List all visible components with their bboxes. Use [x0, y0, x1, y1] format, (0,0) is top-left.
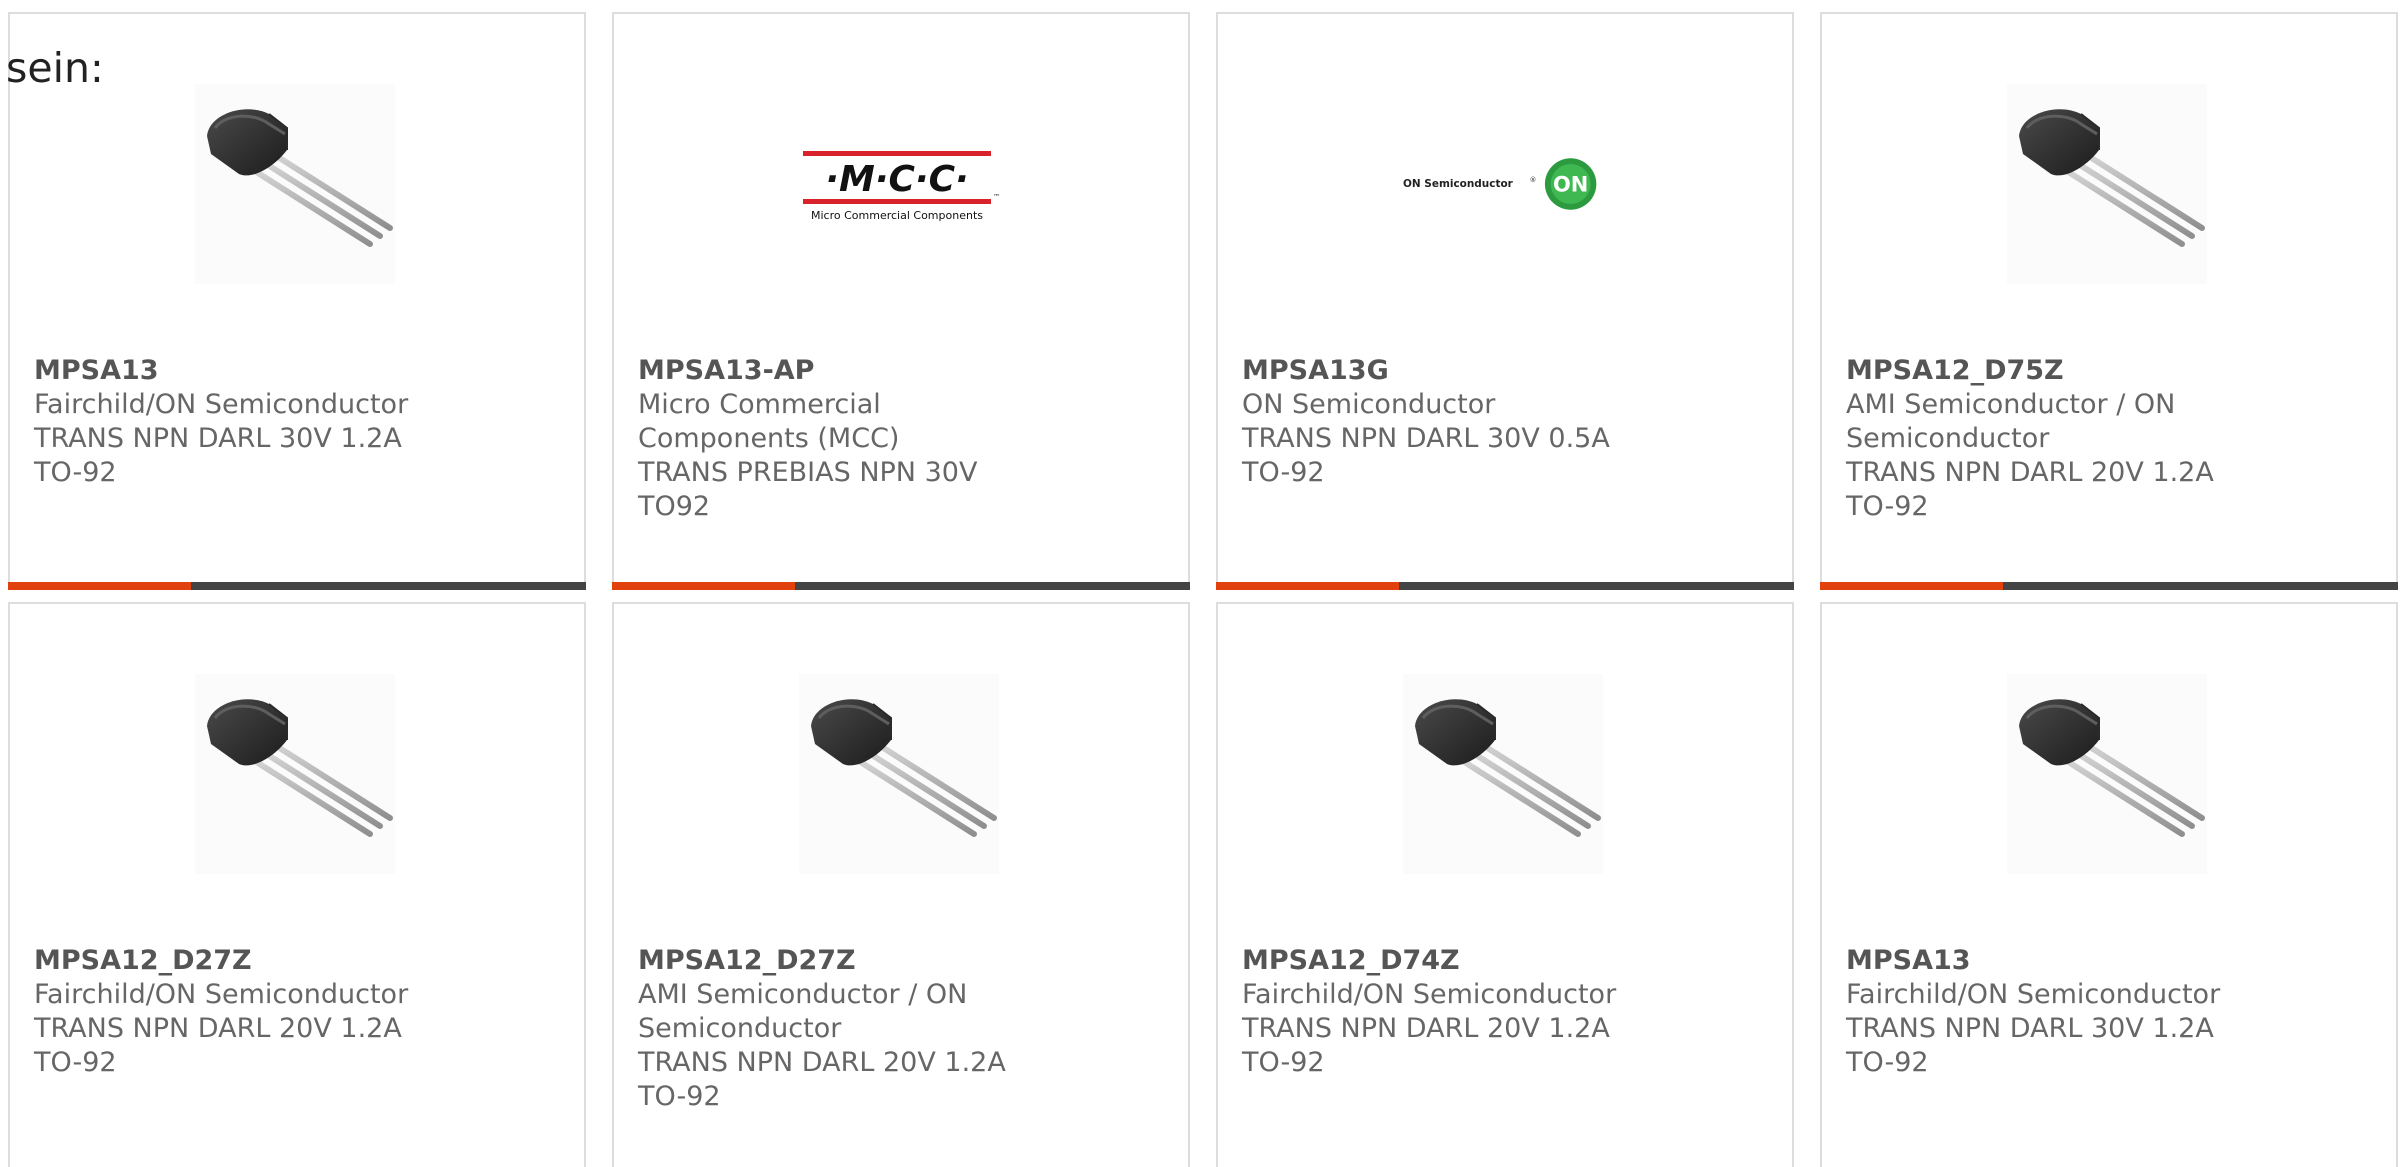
manufacturer: Fairchild/ON Semiconductor: [1242, 979, 1617, 1010]
to92-transistor-image: [195, 674, 395, 874]
product-info: MPSA12_D75Z AMI Semiconductor / ON Semic…: [1846, 354, 2266, 524]
product-image: [2007, 674, 2207, 874]
description: TRANS NPN DARL 20V 1.2A TO-92: [1242, 1013, 1610, 1078]
product-card[interactable]: MPSA12_D27Z AMI Semiconductor / ON Semic…: [612, 602, 1190, 1167]
to92-transistor-image: [195, 84, 395, 284]
manufacturer: Fairchild/ON Semiconductor: [1846, 979, 2221, 1010]
description: TRANS NPN DARL 20V 1.2A TO-92: [34, 1013, 402, 1078]
product-card[interactable]: MPSA13 Fairchild/ON Semiconductor TRANS …: [1820, 602, 2398, 1167]
product-info: MPSA13-AP Micro Commercial Components (M…: [638, 354, 1058, 524]
product-info: MPSA12_D27Z AMI Semiconductor / ON Semic…: [638, 944, 1058, 1114]
product-image: ·M·C·C· ™ Micro Commercial Components: [799, 84, 999, 284]
product-image: [1403, 674, 1603, 874]
part-number[interactable]: MPSA13: [34, 354, 454, 388]
product-info: MPSA13 Fairchild/ON Semiconductor TRANS …: [1846, 944, 2266, 1080]
part-number[interactable]: MPSA13G: [1242, 354, 1662, 388]
description: TRANS NPN DARL 20V 1.2A TO-92: [638, 1047, 1006, 1112]
product-image: ON Semiconductor ® ON: [1403, 84, 1603, 284]
product-card[interactable]: ON Semiconductor ® ON MPSA13G ON Semicon…: [1216, 12, 1794, 590]
card-footer-bar: [1216, 582, 1794, 590]
product-image: [195, 674, 395, 874]
manufacturer: Fairchild/ON Semiconductor: [34, 979, 409, 1010]
part-number[interactable]: MPSA12_D75Z: [1846, 354, 2266, 388]
manufacturer: AMI Semiconductor / ON Semiconductor: [1846, 389, 2176, 454]
card-footer-accent: [8, 582, 191, 590]
mcc-logo-name: Micro Commercial Components: [811, 209, 983, 222]
description: TRANS PREBIAS NPN 30V TO92: [638, 457, 978, 522]
on-logo-badge: ON: [1553, 173, 1588, 197]
to92-transistor-image: [799, 674, 999, 874]
part-number[interactable]: MPSA13: [1846, 944, 2266, 978]
part-number[interactable]: MPSA13-AP: [638, 354, 1058, 388]
to92-transistor-image: [2007, 674, 2207, 874]
card-footer-bar: [1820, 582, 2398, 590]
description: TRANS NPN DARL 30V 1.2A TO-92: [34, 423, 402, 488]
product-info: MPSA12_D74Z Fairchild/ON Semiconductor T…: [1242, 944, 1662, 1080]
description: TRANS NPN DARL 30V 0.5A TO-92: [1242, 423, 1610, 488]
card-footer-accent: [612, 582, 795, 590]
product-card[interactable]: MPSA12_D27Z Fairchild/ON Semiconductor T…: [8, 602, 586, 1167]
part-number[interactable]: MPSA12_D27Z: [34, 944, 454, 978]
product-results-page: sein: MPSA13 Fairchild/ON Semiconductor …: [0, 0, 2400, 1167]
to92-transistor-image: [1403, 674, 1603, 874]
mcc-logo-trademark: ™: [993, 193, 999, 201]
manufacturer: ON Semiconductor: [1242, 389, 1496, 420]
card-footer-accent: [1216, 582, 1399, 590]
description: TRANS NPN DARL 30V 1.2A TO-92: [1846, 1013, 2214, 1078]
description: TRANS NPN DARL 20V 1.2A TO-92: [1846, 457, 2214, 522]
manufacturer: AMI Semiconductor / ON Semiconductor: [638, 979, 968, 1044]
product-card[interactable]: ·M·C·C· ™ Micro Commercial Components MP…: [612, 12, 1190, 590]
part-number[interactable]: MPSA12_D27Z: [638, 944, 1058, 978]
mcc-logo-mark: ·M·C·C·: [825, 159, 968, 200]
product-info: MPSA13 Fairchild/ON Semiconductor TRANS …: [34, 354, 454, 490]
product-image: [2007, 84, 2207, 284]
on-logo-registered: ®: [1530, 176, 1537, 184]
product-image: [799, 674, 999, 874]
intro-text: sein:: [6, 44, 104, 92]
product-image: [195, 84, 395, 284]
product-info: MPSA12_D27Z Fairchild/ON Semiconductor T…: [34, 944, 454, 1080]
product-card[interactable]: MPSA13 Fairchild/ON Semiconductor TRANS …: [8, 12, 586, 590]
card-footer-bar: [612, 582, 1190, 590]
product-card[interactable]: MPSA12_D74Z Fairchild/ON Semiconductor T…: [1216, 602, 1794, 1167]
part-number[interactable]: MPSA12_D74Z: [1242, 944, 1662, 978]
mcc-logo: ·M·C·C· ™ Micro Commercial Components: [799, 139, 999, 229]
manufacturer: Fairchild/ON Semiconductor: [34, 389, 409, 420]
on-semiconductor-logo: ON Semiconductor ® ON: [1403, 158, 1597, 210]
product-info: MPSA13G ON Semiconductor TRANS NPN DARL …: [1242, 354, 1662, 490]
product-card[interactable]: MPSA12_D75Z AMI Semiconductor / ON Semic…: [1820, 12, 2398, 590]
manufacturer: Micro Commercial Components (MCC): [638, 389, 900, 454]
product-grid: MPSA13 Fairchild/ON Semiconductor TRANS …: [8, 12, 2398, 1167]
card-footer-bar: [8, 582, 586, 590]
on-logo-name: ON Semiconductor: [1403, 178, 1514, 190]
to92-transistor-image: [2007, 84, 2207, 284]
card-footer-accent: [1820, 582, 2003, 590]
